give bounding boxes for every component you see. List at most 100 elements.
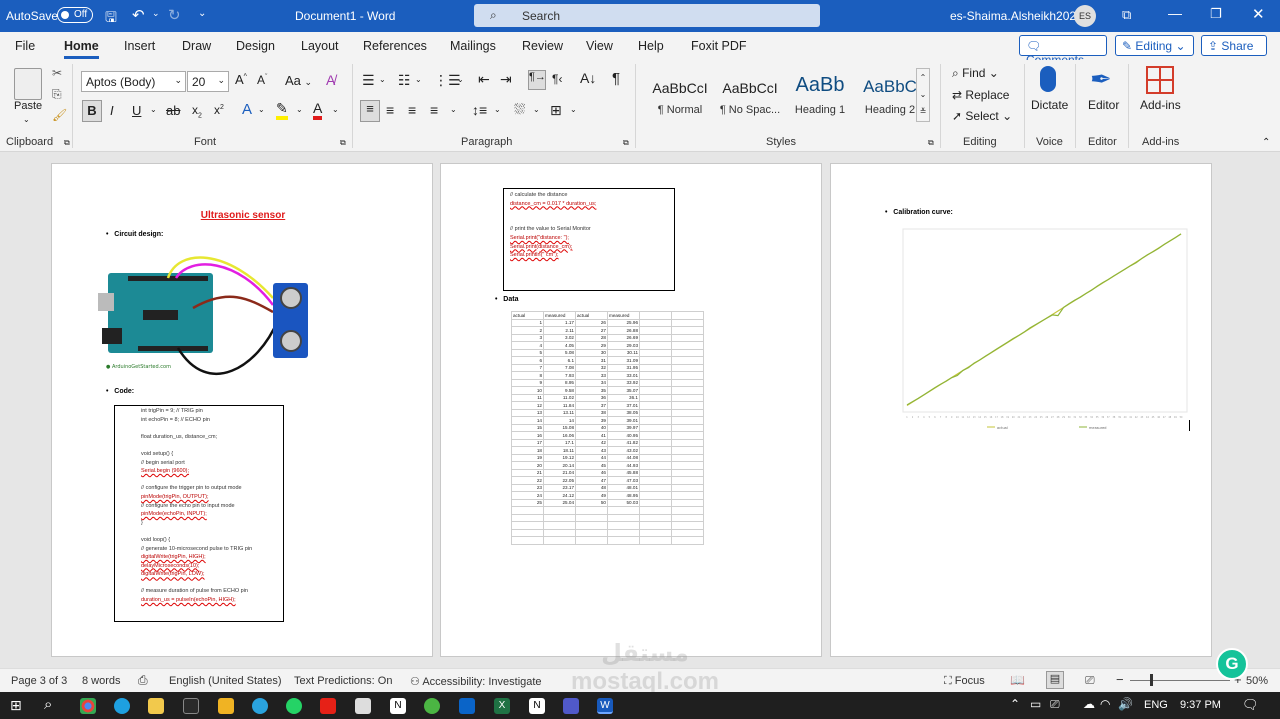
- proofing-icon[interactable]: ⎙: [138, 673, 148, 688]
- font-launcher-icon[interactable]: ⧉: [340, 138, 346, 148]
- zoom-slider[interactable]: [1130, 680, 1230, 681]
- chevron-down-icon[interactable]: ⌄: [258, 105, 265, 114]
- excel-icon[interactable]: X: [494, 698, 510, 714]
- paste-label[interactable]: Paste: [14, 100, 42, 112]
- editing-mode-button[interactable]: ✎ Editing ⌄: [1115, 35, 1194, 56]
- undo-dropdown-icon[interactable]: ⌄: [152, 8, 160, 19]
- chevron-down-icon[interactable]: ⌄: [415, 75, 422, 84]
- copy-icon[interactable]: ⎘: [52, 87, 62, 102]
- page-1[interactable]: Ultrasonic sensor • Circuit design: ● Ar…: [51, 163, 433, 657]
- editor-label[interactable]: Editor: [1088, 98, 1119, 112]
- close-icon[interactable]: ✕: [1252, 5, 1265, 23]
- highlight-icon[interactable]: ✎: [276, 101, 288, 120]
- tab-mailings[interactable]: Mailings: [450, 39, 496, 53]
- chrome-icon[interactable]: [80, 698, 96, 714]
- justify-icon[interactable]: ≡: [430, 102, 438, 118]
- chevron-up-icon[interactable]: ⌃: [1010, 697, 1020, 711]
- tab-foxit-pdf[interactable]: Foxit PDF: [691, 39, 747, 53]
- styles-launcher-icon[interactable]: ⧉: [928, 138, 934, 148]
- line-spacing-icon[interactable]: ↕≡: [472, 102, 487, 118]
- teams-icon[interactable]: [563, 698, 579, 714]
- comments-button[interactable]: 🗨 Comments: [1019, 35, 1107, 67]
- tab-help[interactable]: Help: [638, 39, 664, 53]
- shading-icon[interactable]: ⛆: [514, 101, 525, 118]
- underline-button[interactable]: U: [132, 103, 141, 118]
- edge-icon[interactable]: [114, 698, 130, 714]
- print-layout-icon[interactable]: ▤: [1046, 671, 1064, 689]
- page-3[interactable]: • Calibration curve: 1 2 3 4 5 6 7 8 9 10 11 12 13 14…: [830, 163, 1212, 657]
- search-box[interactable]: ⌕ Search: [474, 4, 820, 27]
- tab-home[interactable]: Home: [64, 39, 99, 59]
- bold-button[interactable]: B: [82, 100, 102, 122]
- file-explorer-icon[interactable]: [148, 698, 164, 714]
- tab-layout[interactable]: Layout: [301, 39, 339, 53]
- minimize-icon[interactable]: —: [1168, 5, 1182, 21]
- shrink-font-icon[interactable]: Aˇ: [257, 73, 267, 87]
- tab-review[interactable]: Review: [522, 39, 563, 53]
- numbering-icon[interactable]: ☷: [398, 72, 411, 89]
- cut-icon[interactable]: ✂: [52, 66, 62, 80]
- paste-icon[interactable]: [14, 68, 42, 100]
- user-name[interactable]: es-Shaima.Alsheikh2026: [950, 9, 1083, 23]
- language-indicator[interactable]: ENG: [1144, 699, 1168, 711]
- page-2[interactable]: // calculate the distance distance_cm = 0…: [440, 163, 822, 657]
- grammarly-icon[interactable]: G: [1216, 648, 1248, 680]
- collapse-ribbon-icon[interactable]: ⌃: [1262, 137, 1270, 148]
- autosave-toggle[interactable]: Off: [57, 7, 93, 23]
- editor-icon[interactable]: ✒: [1090, 64, 1112, 95]
- youtube-icon[interactable]: [320, 698, 336, 714]
- select-button[interactable]: ➚ Select ⌄: [952, 109, 1012, 123]
- ribbon-display-icon[interactable]: ⧉: [1122, 7, 1131, 23]
- dictate-label[interactable]: Dictate: [1031, 98, 1068, 112]
- chevron-down-icon[interactable]: ⌄: [570, 105, 577, 114]
- battery-icon[interactable]: ▭: [1030, 697, 1041, 711]
- display-icon[interactable]: ⎚: [1050, 697, 1060, 712]
- tab-view[interactable]: View: [586, 39, 613, 53]
- subscript-button[interactable]: x2: [192, 103, 202, 119]
- bullets-icon[interactable]: ☰: [362, 72, 375, 89]
- store-icon[interactable]: [183, 698, 199, 714]
- clear-formatting-icon[interactable]: A̸: [326, 72, 335, 88]
- page-count[interactable]: Page 3 of 3: [11, 675, 67, 687]
- maximize-icon[interactable]: ❐: [1210, 6, 1222, 22]
- align-right-icon[interactable]: ≡: [408, 102, 416, 118]
- chevron-down-icon[interactable]: ⌄: [296, 105, 303, 114]
- font-color-icon[interactable]: A: [313, 101, 323, 120]
- add-ins-icon[interactable]: [1146, 66, 1174, 94]
- chevron-down-icon[interactable]: ⌄: [332, 105, 339, 114]
- focus-button[interactable]: ⛶ Focus: [944, 675, 985, 688]
- increase-indent-icon[interactable]: ⇥: [500, 71, 512, 88]
- outlook-icon[interactable]: [459, 698, 475, 714]
- chevron-down-icon[interactable]: ⌄: [379, 75, 386, 84]
- rtl-direction-icon[interactable]: ¶‹: [552, 72, 562, 86]
- replace-button[interactable]: ⇄ Replace: [952, 88, 1009, 102]
- wifi-icon[interactable]: ◠: [1100, 697, 1110, 711]
- show-formatting-icon[interactable]: ¶: [612, 70, 620, 87]
- share-button[interactable]: ⇪ Share ⌄: [1201, 35, 1267, 67]
- web-layout-icon[interactable]: ⎚: [1085, 673, 1095, 688]
- word-icon[interactable]: W: [597, 698, 613, 714]
- undo-icon[interactable]: ↶: [132, 6, 145, 24]
- tab-insert[interactable]: Insert: [124, 39, 155, 53]
- tab-file[interactable]: File: [15, 39, 35, 53]
- style-normal[interactable]: AaBbCcI ¶ Normal: [645, 72, 715, 124]
- chevron-down-icon[interactable]: ⌄: [450, 105, 457, 114]
- zoom-level[interactable]: 50%: [1246, 675, 1268, 687]
- clipboard-launcher-icon[interactable]: ⧉: [64, 138, 70, 148]
- accessibility-status[interactable]: ⚇ Accessibility: Investigate: [410, 675, 542, 688]
- style-heading-2[interactable]: AaBbC Heading 2: [855, 72, 925, 124]
- grow-font-icon[interactable]: A^: [235, 72, 247, 87]
- telegram-icon[interactable]: [252, 698, 268, 714]
- chevron-down-icon[interactable]: ⌄: [457, 75, 464, 84]
- align-center-icon[interactable]: ≡: [386, 102, 394, 118]
- add-ins-label[interactable]: Add-ins: [1140, 98, 1181, 112]
- strikethrough-button[interactable]: ab: [166, 103, 180, 118]
- customize-toolbar-icon[interactable]: ⌄: [198, 8, 206, 19]
- tab-references[interactable]: References: [363, 39, 427, 53]
- change-case-button[interactable]: Aa ⌄: [285, 73, 312, 88]
- word-count[interactable]: 8 words: [82, 675, 121, 687]
- mail-icon[interactable]: [355, 698, 371, 714]
- font-size-select[interactable]: 20 ⌄: [187, 71, 229, 92]
- redo-icon[interactable]: ↻: [168, 6, 181, 24]
- notion-icon[interactable]: N: [529, 698, 545, 714]
